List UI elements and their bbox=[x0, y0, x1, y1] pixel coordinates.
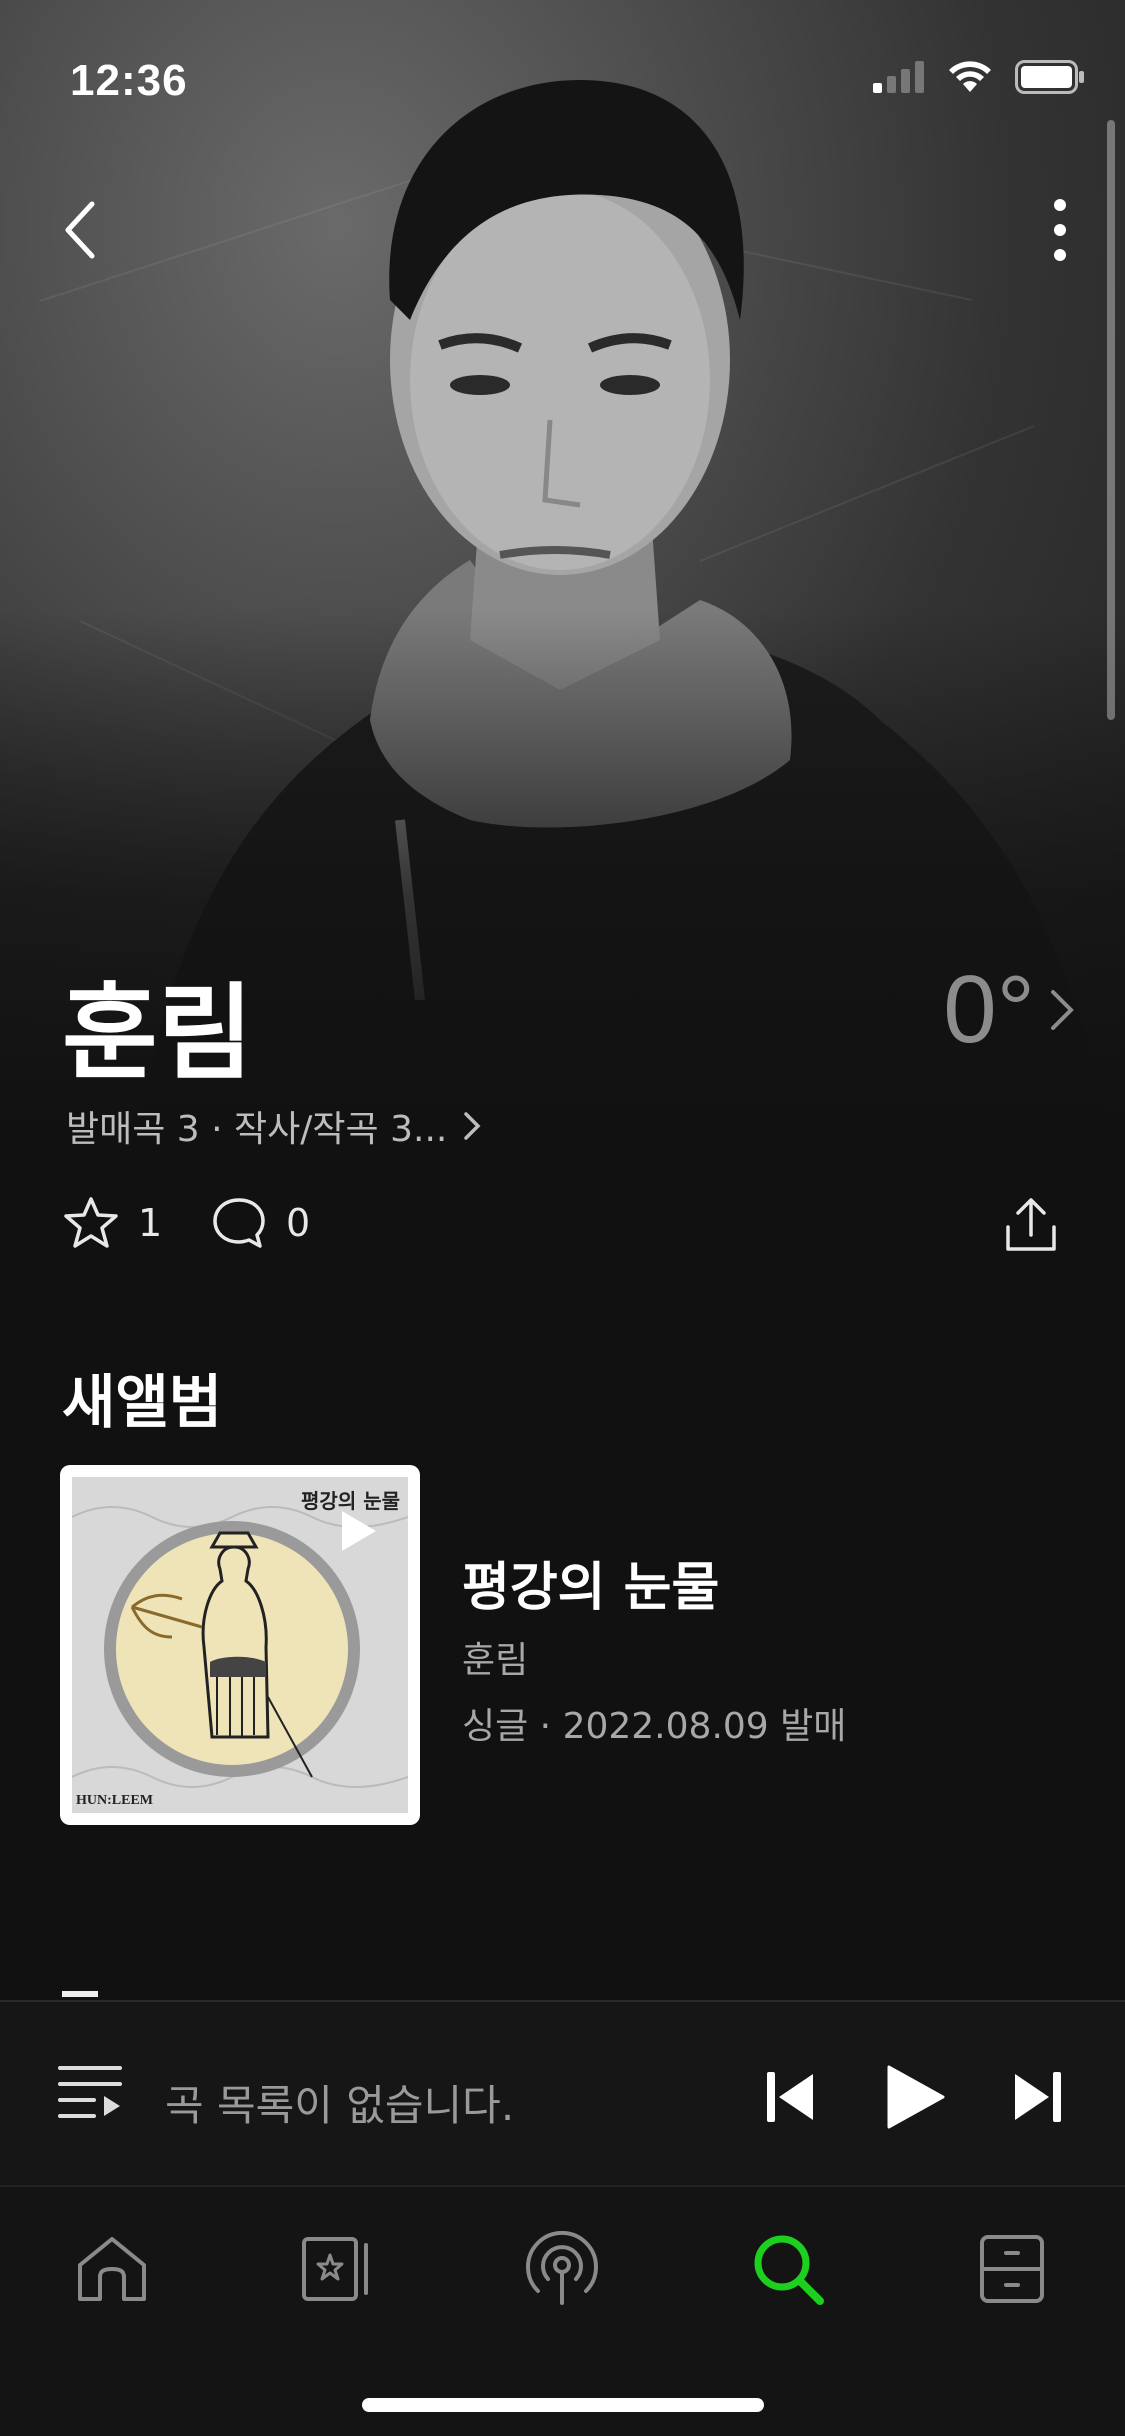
play-icon[interactable] bbox=[336, 1507, 380, 1555]
album-cover[interactable]: 평강의 눈물 HUN:LEEM bbox=[60, 1465, 420, 1825]
battery-icon bbox=[1015, 60, 1084, 94]
share-button[interactable] bbox=[1002, 1195, 1060, 1255]
album-title: 평강의 눈물 bbox=[462, 1558, 720, 1618]
queue-icon[interactable] bbox=[58, 2064, 122, 2120]
scroll-indicator[interactable] bbox=[1107, 120, 1115, 720]
cellular-signal-icon bbox=[873, 61, 924, 93]
more-options-button[interactable] bbox=[1025, 185, 1095, 275]
album-cover-artist: HUN:LEEM bbox=[76, 1793, 153, 1808]
artist-actions: 1 0 bbox=[62, 1195, 1062, 1265]
storage-icon bbox=[980, 2235, 1044, 2303]
share-icon bbox=[1006, 1198, 1056, 1251]
album-artist: 훈림 bbox=[462, 1640, 529, 1681]
play-icon bbox=[887, 2065, 945, 2129]
search-icon bbox=[754, 2235, 824, 2305]
skip-previous-icon bbox=[767, 2072, 813, 2122]
status-bar: 12:36 bbox=[0, 0, 1125, 150]
artist-temperature-link[interactable]: 0° bbox=[943, 955, 1075, 1065]
skip-next-icon bbox=[1015, 2072, 1061, 2122]
tab-search[interactable] bbox=[738, 2219, 838, 2319]
podcast-icon bbox=[526, 2231, 598, 2305]
status-time: 12:36 bbox=[70, 56, 188, 105]
like-button[interactable]: 1 bbox=[62, 1195, 162, 1251]
new-album-section-title: 새앨범 bbox=[62, 1368, 223, 1436]
play-button[interactable] bbox=[875, 2057, 955, 2137]
tab-storage[interactable] bbox=[962, 2219, 1062, 2319]
more-vertical-icon bbox=[1054, 199, 1066, 261]
artist-name: 훈림 bbox=[62, 972, 254, 1094]
back-button[interactable] bbox=[40, 190, 120, 270]
comment-count: 0 bbox=[286, 1201, 311, 1245]
home-icon bbox=[78, 2237, 146, 2301]
comment-button[interactable]: 0 bbox=[210, 1195, 310, 1251]
chevron-right-icon bbox=[1051, 990, 1074, 1030]
tab-library[interactable] bbox=[286, 2219, 386, 2319]
tab-home[interactable] bbox=[62, 2219, 162, 2319]
mini-player[interactable]: 곡 목록이 없습니다. bbox=[0, 2000, 1125, 2185]
artist-temperature: 0° bbox=[943, 956, 1035, 1063]
next-button[interactable] bbox=[998, 2057, 1078, 2137]
album-card[interactable]: 평강의 눈물 HUN:LEEM 평강의 눈물 훈림 싱글 · 2022.08.0… bbox=[60, 1465, 1060, 1825]
artist-credits-text: 발매곡 3 · 작사/작곡 3... bbox=[66, 1109, 448, 1150]
home-indicator bbox=[362, 2398, 764, 2412]
library-icon bbox=[302, 2237, 368, 2301]
like-count: 1 bbox=[138, 1201, 163, 1245]
chevron-left-icon bbox=[65, 201, 95, 259]
chevron-right-icon bbox=[464, 1112, 481, 1140]
previous-button[interactable] bbox=[750, 2057, 830, 2137]
comment-icon bbox=[213, 1198, 265, 1248]
artist-credits-link[interactable]: 발매곡 3 · 작사/작곡 3... bbox=[66, 1100, 481, 1152]
wifi-icon bbox=[949, 61, 991, 92]
album-release-info: 싱글 · 2022.08.09 발매 bbox=[462, 1706, 847, 1747]
player-status-message: 곡 목록이 없습니다. bbox=[165, 2081, 515, 2130]
star-icon bbox=[64, 1197, 118, 1248]
tab-podcast[interactable] bbox=[512, 2219, 612, 2319]
next-section-peek bbox=[62, 1985, 1062, 1997]
